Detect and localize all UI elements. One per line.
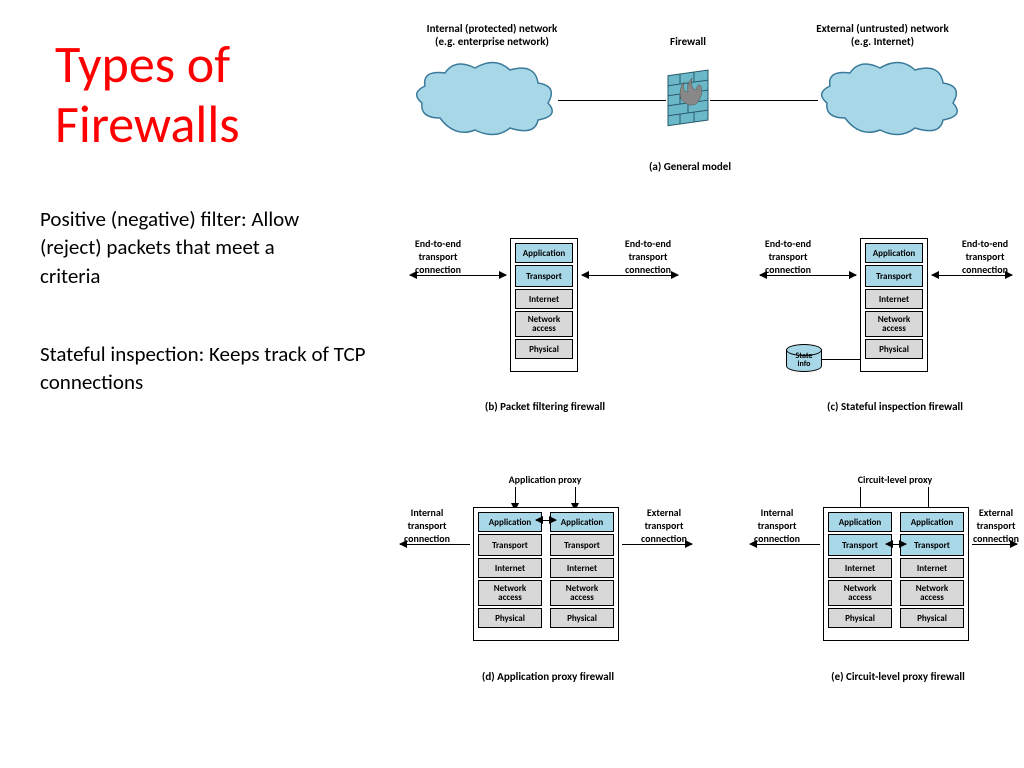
label-firewall: Firewall bbox=[658, 35, 718, 48]
lbl-c-right: End-to-end transport connection bbox=[955, 237, 1015, 276]
layer-transport: Transport bbox=[478, 534, 542, 556]
layer-physical: Physical bbox=[515, 339, 573, 359]
layer-network-access: Network access bbox=[515, 311, 573, 337]
layer-application: Application bbox=[550, 512, 614, 532]
lbl-d-proxy: Application proxy bbox=[490, 473, 600, 486]
layer-application: Application bbox=[478, 512, 542, 532]
caption-c: (c) Stateful inspection firewall bbox=[800, 400, 990, 413]
caption-b: (b) Packet filtering firewall bbox=[460, 400, 630, 413]
desc-filter: Positive (negative) filter: Allow (rejec… bbox=[40, 205, 330, 290]
lbl-d-left: Internal transport connection bbox=[398, 506, 456, 545]
lbl-e-proxy: Circuit-level proxy bbox=[840, 473, 950, 486]
layer-network-access: Network access bbox=[550, 580, 614, 606]
layer-transport: Transport bbox=[865, 265, 923, 287]
state-info-cylinder-icon: State info bbox=[786, 344, 822, 372]
label-internal-network: Internal (protected) network (e.g. enter… bbox=[412, 22, 572, 48]
layer-internet: Internet bbox=[828, 558, 892, 578]
layer-physical: Physical bbox=[865, 339, 923, 359]
layer-application: Application bbox=[828, 512, 892, 532]
layer-internet: Internet bbox=[515, 289, 573, 309]
layer-physical: Physical bbox=[828, 608, 892, 628]
layer-physical: Physical bbox=[550, 608, 614, 628]
lbl-d-right: External transport connection bbox=[635, 506, 693, 545]
title-line2: Firewalls bbox=[55, 92, 240, 156]
layer-application: Application bbox=[515, 243, 573, 263]
layer-physical: Physical bbox=[900, 608, 964, 628]
layer-network-access: Network access bbox=[865, 311, 923, 337]
layer-internet: Internet bbox=[900, 558, 964, 578]
cloud-external-icon bbox=[815, 58, 965, 138]
arrow-d-proxy bbox=[536, 520, 556, 521]
state-label: State info bbox=[786, 352, 822, 368]
cloud-internal-icon bbox=[410, 58, 560, 138]
layer-internet: Internet bbox=[478, 558, 542, 578]
layer-network-access: Network access bbox=[478, 580, 542, 606]
layer-internet: Internet bbox=[550, 558, 614, 578]
stack-c: Application Transport Internet Network a… bbox=[860, 238, 928, 372]
layer-transport: Transport bbox=[550, 534, 614, 556]
caption-d: (d) Application proxy firewall bbox=[458, 670, 638, 683]
firewall-icon bbox=[666, 64, 710, 126]
layer-network-access: Network access bbox=[900, 580, 964, 606]
lbl-c-left: End-to-end transport connection bbox=[758, 237, 818, 276]
caption-a: (a) General model bbox=[630, 160, 750, 173]
arrow-e-proxy bbox=[886, 544, 906, 545]
layer-application: Application bbox=[900, 512, 964, 532]
caption-e: (e) Circuit-level proxy firewall bbox=[808, 670, 988, 683]
stack-d-outer: Application Transport Internet Network a… bbox=[473, 507, 619, 641]
lbl-e-right: External transport connection bbox=[970, 506, 1022, 545]
slide-title: Types of Firewalls bbox=[55, 35, 240, 155]
label-external-network: External (untrusted) network (e.g. Inter… bbox=[795, 22, 970, 48]
layer-network-access: Network access bbox=[828, 580, 892, 606]
lbl-b-right: End-to-end transport connection bbox=[618, 237, 678, 276]
layer-physical: Physical bbox=[478, 608, 542, 628]
lbl-b-left: End-to-end transport connection bbox=[408, 237, 468, 276]
title-line1: Types of bbox=[55, 32, 230, 96]
lbl-e-left: Internal transport connection bbox=[748, 506, 806, 545]
layer-internet: Internet bbox=[865, 289, 923, 309]
layer-transport: Transport bbox=[515, 265, 573, 287]
stack-b: Application Transport Internet Network a… bbox=[510, 238, 578, 372]
layer-application: Application bbox=[865, 243, 923, 263]
layer-transport: Transport bbox=[900, 534, 964, 556]
desc-stateful: Stateful inspection: Keeps track of TCP … bbox=[40, 340, 375, 397]
stack-e-outer: Application Transport Internet Network a… bbox=[823, 507, 969, 641]
layer-transport: Transport bbox=[828, 534, 892, 556]
